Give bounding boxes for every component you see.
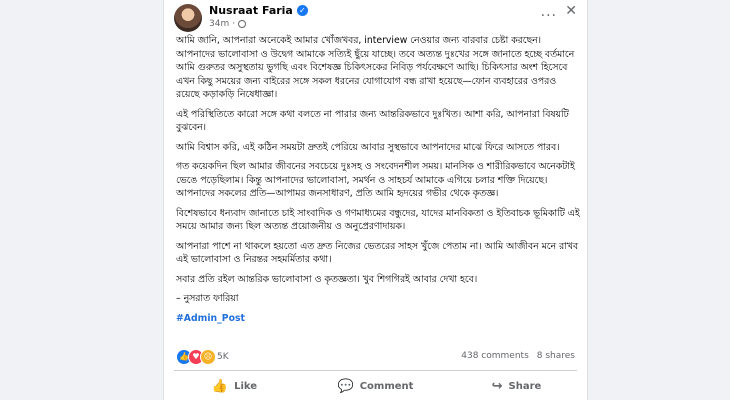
post-paragraph: আপনারা পাশে না থাকলে হয়তো এত দ্রুত নিজে… [176, 240, 579, 266]
post-time[interactable]: 34m [209, 19, 229, 29]
post-signature: – নুসরাত ফারিয়া [176, 293, 239, 304]
comment-label: Comment [359, 380, 414, 392]
post-paragraph: আমি জানি, আপনারা অনেকেই আমার খোঁজখবর, in… [176, 35, 575, 100]
author-name-row: Nusraat Faria ✓ [209, 4, 308, 17]
more-options-button[interactable]: ... [541, 4, 557, 20]
like-label: Like [234, 380, 258, 392]
comment-count[interactable]: 438 comments [461, 351, 529, 361]
post-paragraph: এই পরিস্থিতিতে কারো সঙ্গে কথা বলতে না পা… [176, 108, 569, 134]
comment-icon: 💬 [337, 378, 354, 394]
post-paragraph: বিশেষভাবে ধন্যবাদ জানাতে চাই সাংবাদিক ও … [176, 207, 580, 233]
share-count[interactable]: 8 shares [537, 351, 575, 361]
post-paragraph: গত কয়েকদিন ছিল আমার জীবনের সবচেয়ে দুঃস… [176, 161, 575, 199]
post-meta: 34m · [209, 19, 247, 29]
post-paragraph: আমি বিশ্বাস করি, এই কঠিন সময়টা দ্রুতই প… [176, 141, 560, 153]
close-button[interactable]: ✕ [565, 3, 577, 19]
author-avatar[interactable] [174, 4, 202, 32]
engagement-counts: 438 comments 8 shares [461, 351, 575, 361]
reaction-icons: 👍 ♥ ☹ [176, 349, 216, 365]
globe-icon [238, 20, 247, 28]
hashtag-link[interactable]: #Admin_Post [176, 312, 580, 326]
like-button[interactable]: 👍 Like [164, 372, 305, 400]
verified-badge-icon: ✓ [296, 5, 308, 16]
author-name[interactable]: Nusraat Faria [209, 4, 293, 17]
action-bar: 👍 Like 💬 Comment ↪ Share [164, 372, 587, 400]
reaction-count[interactable]: 5K [217, 352, 229, 362]
post-paragraph: সবার প্রতি রইল আন্তরিক ভালোবাসা ও কৃতজ্ঞ… [176, 273, 478, 285]
like-icon: 👍 [211, 378, 229, 394]
share-button[interactable]: ↪ Share [446, 372, 587, 400]
facebook-post-card: Nusraat Faria ✓ 34m · ... ✕ আমি জানি, আপ… [163, 0, 588, 400]
comment-button[interactable]: 💬 Comment [305, 372, 446, 400]
sad-reaction-icon: ☹ [200, 349, 216, 365]
divider [174, 370, 577, 371]
post-body: আমি জানি, আপনারা অনেকেই আমার খোঁজখবর, in… [176, 34, 580, 325]
post-header: Nusraat Faria ✓ 34m · ... ✕ [164, 0, 587, 36]
share-label: Share [508, 380, 542, 392]
reaction-summary[interactable]: 👍 ♥ ☹ 5K [176, 349, 229, 365]
share-icon: ↪ [491, 378, 503, 394]
